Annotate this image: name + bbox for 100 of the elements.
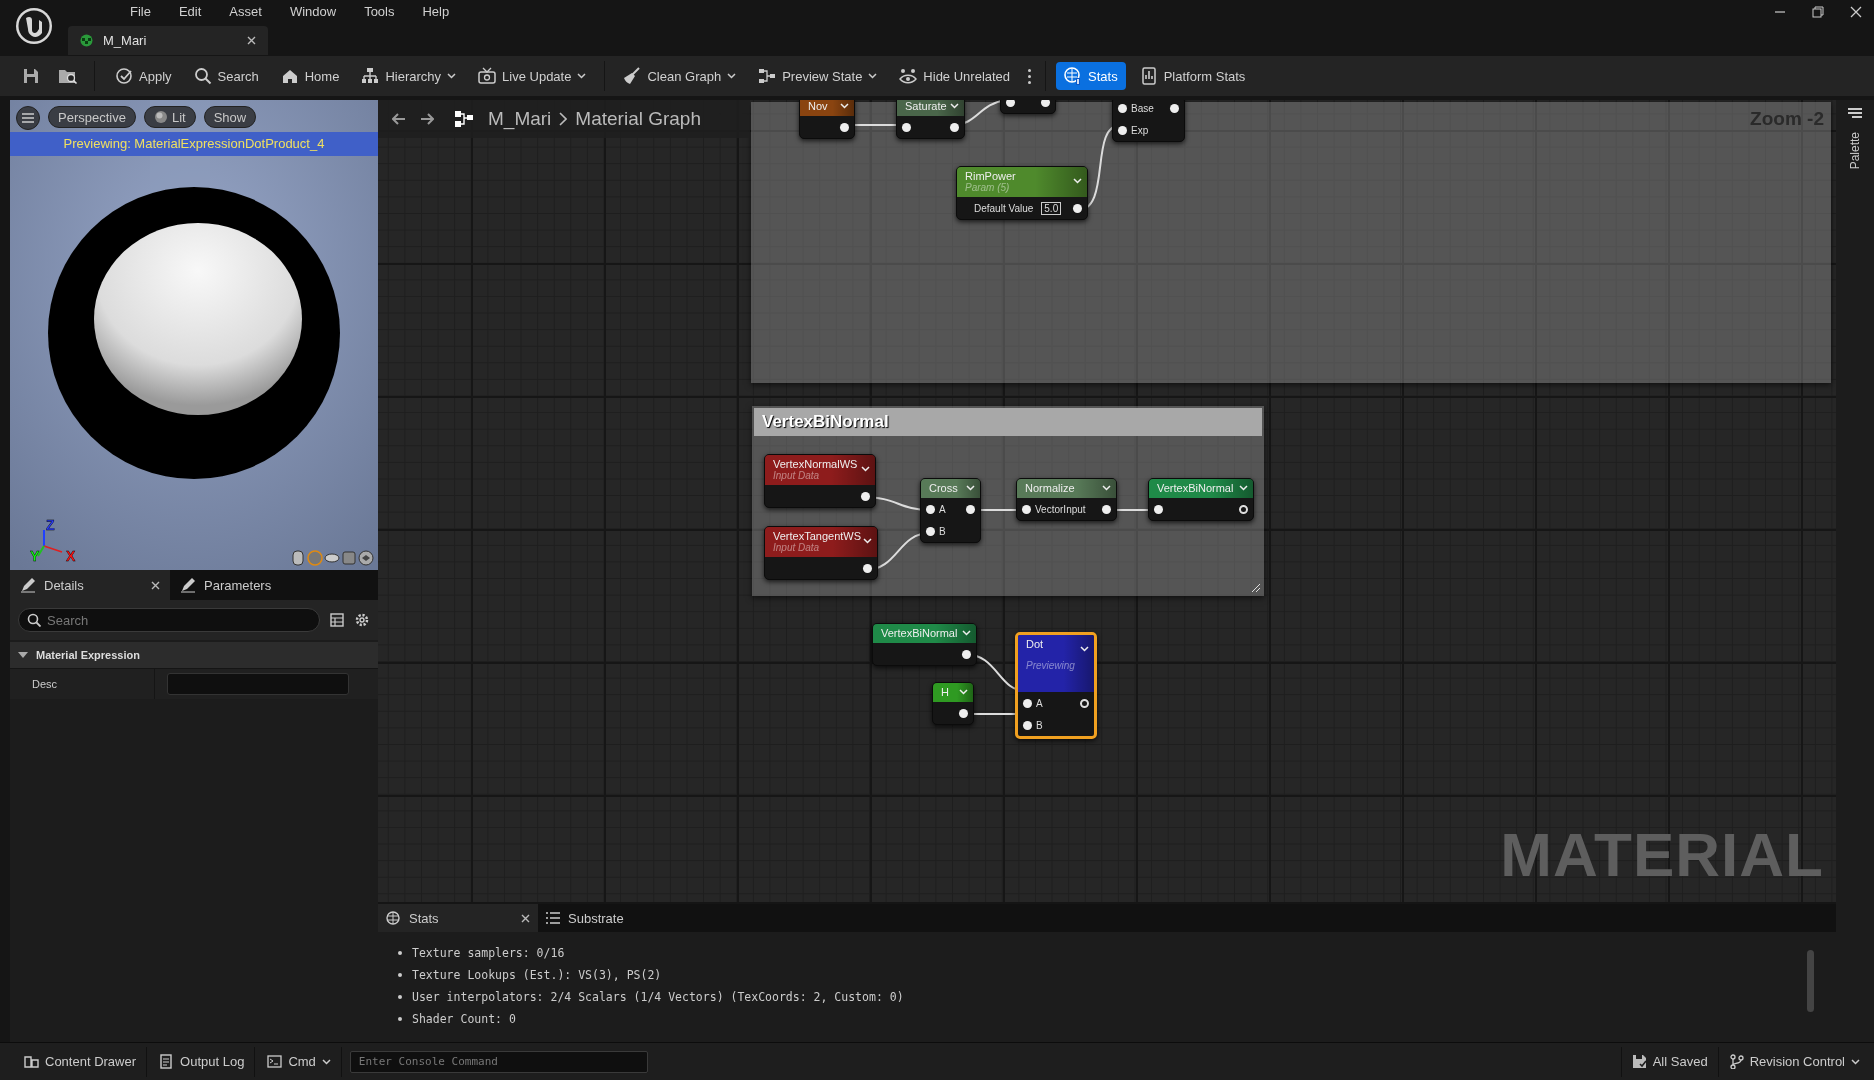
input-pin[interactable]: [926, 526, 935, 536]
graph-node[interactable]: Cross A B: [920, 478, 981, 543]
graph-node[interactable]: VertexBiNormal: [872, 623, 977, 666]
status-button[interactable]: Output Log: [149, 1046, 256, 1077]
output-pin[interactable]: [1080, 698, 1089, 708]
menu-item[interactable]: File: [116, 3, 165, 19]
menu-item[interactable]: Window: [275, 3, 351, 19]
close-icon[interactable]: [521, 913, 530, 923]
palette-tab[interactable]: Palette: [1848, 132, 1862, 170]
drawer-icon: [24, 1054, 39, 1069]
output-pin[interactable]: [863, 563, 872, 573]
scrollbar-thumb[interactable]: [1807, 950, 1814, 1012]
close-icon[interactable]: [1850, 6, 1862, 18]
caret-icon: [1851, 1058, 1860, 1065]
caret-icon[interactable]: [840, 103, 849, 109]
toolbar-button[interactable]: Clean Graph: [615, 62, 745, 90]
input-pin[interactable]: [1006, 100, 1015, 107]
caret-icon[interactable]: [1073, 178, 1082, 184]
input-field[interactable]: [167, 673, 349, 695]
section-header[interactable]: Material Expression: [36, 649, 140, 661]
expand-arrow-icon[interactable]: [18, 651, 28, 659]
output-pin[interactable]: [1239, 504, 1248, 514]
menu-item[interactable]: Asset: [215, 3, 276, 19]
node-title: RimPower: [965, 170, 1016, 182]
close-icon[interactable]: [151, 580, 160, 590]
status-button[interactable]: All Saved: [1620, 1046, 1718, 1077]
panel-tab[interactable]: Stats: [378, 904, 538, 932]
toolbar-button[interactable]: Home: [272, 62, 348, 90]
cylinder-icon[interactable]: [290, 550, 306, 566]
caret-icon[interactable]: [861, 466, 870, 472]
back-arrow-icon[interactable]: [392, 112, 406, 126]
toolbar-button[interactable]: Preview State: [750, 62, 886, 90]
caret-icon[interactable]: [962, 630, 971, 636]
toolbar-button[interactable]: Platform Stats: [1131, 62, 1254, 90]
list-icon[interactable]: [1848, 108, 1862, 120]
graph-node[interactable]: VertexTangentWS Input Data: [764, 526, 878, 580]
graph-node[interactable]: Normalize VectorInput: [1016, 478, 1117, 521]
plane-icon[interactable]: [324, 550, 340, 566]
close-icon[interactable]: [247, 36, 256, 45]
graph-node[interactable]: Dot Previewing A B: [1015, 632, 1097, 739]
toolbar-button[interactable]: Search: [185, 62, 267, 90]
output-pin[interactable]: [959, 708, 968, 718]
toolbar-button[interactable]: Hide Unrelated: [891, 62, 1019, 90]
status-button[interactable]: Revision Control: [1717, 1046, 1870, 1077]
output-pin[interactable]: [1102, 504, 1111, 514]
graph-node[interactable]: Nov: [799, 100, 855, 139]
graph-node[interactable]: VertexBiNormal: [1148, 478, 1254, 521]
graph-node[interactable]: RimPower Param (5) Default Value 5.0: [956, 166, 1088, 220]
menu-item[interactable]: Edit: [164, 3, 216, 19]
graph-node[interactable]: VertexNormalWS Input Data: [764, 454, 876, 508]
input-pin[interactable]: [1023, 698, 1032, 708]
caret-icon[interactable]: [1239, 485, 1248, 491]
viewport-button[interactable]: Lit: [143, 106, 196, 128]
toolbar-button[interactable]: Stats: [1056, 62, 1126, 90]
breadcrumb-item[interactable]: Material Graph: [575, 108, 701, 130]
output-pin[interactable]: [1073, 203, 1082, 213]
input-pin[interactable]: [1023, 720, 1032, 730]
input-pin[interactable]: [1154, 504, 1163, 514]
input-pin[interactable]: [926, 504, 935, 514]
output-pin[interactable]: [962, 649, 971, 659]
caret-icon[interactable]: [1080, 646, 1089, 652]
input-pin[interactable]: [1118, 103, 1127, 113]
toolbar-button[interactable]: Hierarchy: [353, 62, 465, 90]
input-pin[interactable]: [1118, 125, 1127, 135]
output-pin[interactable]: [861, 491, 870, 501]
search-icon: [193, 67, 212, 85]
forward-arrow-icon[interactable]: [420, 112, 434, 126]
menu-item[interactable]: Tools: [350, 3, 409, 19]
panel-tab[interactable]: Details: [10, 570, 170, 600]
status-button[interactable]: Cmd: [257, 1046, 342, 1077]
status-button[interactable]: Content Drawer: [14, 1046, 148, 1077]
caret-icon[interactable]: [1102, 485, 1111, 491]
output-pin[interactable]: [840, 122, 849, 132]
menu-item[interactable]: Help: [408, 3, 464, 19]
document-tab[interactable]: M_Mari: [68, 26, 268, 55]
toolbar-button[interactable]: Apply: [107, 62, 180, 90]
resize-grip-icon[interactable]: [1251, 583, 1261, 593]
breadcrumb-item[interactable]: M_Mari: [488, 108, 552, 130]
toolbar-button[interactable]: Live Update: [470, 62, 595, 90]
caret-icon[interactable]: [950, 103, 959, 109]
caret-icon[interactable]: [966, 485, 975, 491]
settings-icon[interactable]: [354, 612, 370, 628]
output-pin[interactable]: [950, 122, 959, 132]
output-pin[interactable]: [1041, 100, 1050, 107]
input-pin[interactable]: [1022, 504, 1031, 514]
sphere-icon: [153, 110, 168, 124]
caret-icon[interactable]: [863, 538, 872, 544]
browse-icon[interactable]: [58, 67, 78, 85]
restore-icon[interactable]: [1812, 6, 1824, 18]
table-icon[interactable]: [330, 613, 344, 627]
search-field[interactable]: Search: [18, 608, 320, 632]
viewport-button[interactable]: Perspective: [48, 106, 136, 128]
graph-node[interactable]: Saturate: [896, 100, 965, 139]
output-pin[interactable]: [966, 504, 975, 514]
value-field[interactable]: 5.0: [1041, 201, 1062, 215]
panel-tab[interactable]: Substrate: [538, 904, 698, 932]
graph-node[interactable]: Base Exp: [1112, 100, 1185, 142]
console-field[interactable]: Enter Console Command: [349, 1050, 648, 1073]
input-pin[interactable]: [902, 122, 911, 132]
output-pin[interactable]: [1170, 103, 1179, 113]
